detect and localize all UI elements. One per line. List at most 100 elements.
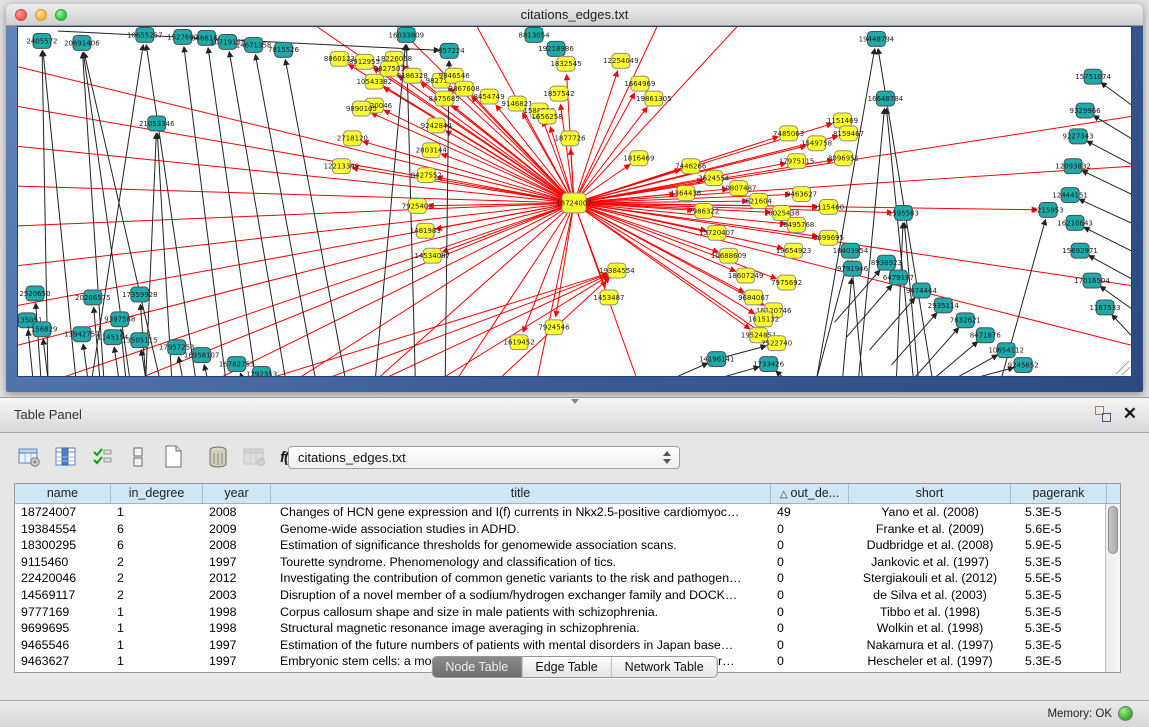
graph-node[interactable]: 19218986	[538, 41, 574, 56]
column-header-name[interactable]: name	[15, 484, 111, 503]
graph-node[interactable]: 10655257	[127, 27, 163, 42]
scrollbar-thumb[interactable]	[1108, 506, 1118, 554]
svg-text:10543382: 10543382	[357, 78, 393, 86]
table-settings-icon[interactable]	[16, 443, 44, 471]
graph-node[interactable]: 20691406	[64, 35, 100, 50]
delete-column-icon[interactable]	[204, 443, 232, 471]
graph-node[interactable]: 8471876	[970, 328, 1001, 343]
graph-node[interactable]: 2718120	[337, 131, 368, 146]
vertical-scrollbar[interactable]	[1105, 504, 1120, 672]
graph-node[interactable]: 7925402	[402, 199, 433, 214]
graph-node[interactable]: 15692971	[1062, 243, 1098, 258]
graph-node[interactable]: 10688609	[711, 248, 747, 263]
column-header-pagerank[interactable]: pagerank	[1011, 484, 1107, 503]
graph-node[interactable]: 2405572	[26, 33, 57, 48]
graph-node[interactable]: 13942757	[64, 327, 100, 342]
network-canvas[interactable]: 2405572206914061065525715276028466160107…	[17, 26, 1132, 377]
graph-node[interactable]: 16648784	[868, 91, 904, 106]
column-header-out_de[interactable]: △out_de...	[771, 484, 849, 503]
graph-node[interactable]: 1857542	[543, 86, 574, 101]
graph-node[interactable]: 7485063	[773, 126, 804, 141]
graph-node[interactable]: 1481983	[410, 223, 441, 238]
table-row[interactable]: 911546021997Tourette syndrome. Phenomeno…	[15, 554, 1120, 571]
table-row[interactable]: 1938455462009Genome-wide association stu…	[15, 521, 1120, 538]
graph-node[interactable]: 17016504	[1074, 273, 1110, 288]
graph-node[interactable]: 15720407	[699, 225, 735, 240]
graph-node[interactable]: 9115460	[813, 200, 844, 215]
resize-grip-icon[interactable]	[1116, 361, 1130, 375]
graph-node[interactable]: 1453487	[593, 290, 624, 305]
graph-node[interactable]: 7986322	[688, 203, 719, 218]
graph-node[interactable]: 1877726	[554, 131, 585, 146]
tab-network-table[interactable]: Network Table	[611, 657, 717, 677]
cell: 1	[111, 604, 203, 621]
tab-edge-table[interactable]: Edge Table	[521, 657, 610, 677]
table-toolbar: f(x)	[16, 441, 303, 473]
table-row[interactable]: 2242004622012Investigating the contribut…	[15, 570, 1120, 587]
column-header-title[interactable]: title	[271, 484, 771, 503]
table-row[interactable]: 1830029562008Estimation of significance …	[15, 537, 1120, 554]
graph-node[interactable]: 8938923	[871, 255, 902, 270]
graph-node[interactable]: 1733426	[753, 357, 784, 372]
graph-node[interactable]: 16033809	[389, 27, 425, 42]
table-row[interactable]: 1456911722003Disruption of a novel membe…	[15, 587, 1120, 604]
graph-node[interactable]: 9397588	[104, 312, 135, 327]
row-mode-icon[interactable]	[124, 443, 152, 471]
table-selector-dropdown[interactable]: citations_edges.txt	[288, 446, 680, 469]
table-row[interactable]: 969969511998Structural magnetic resonanc…	[15, 620, 1120, 637]
graph-node[interactable]: 12254049	[603, 53, 639, 68]
new-table-icon[interactable]	[160, 443, 188, 471]
graph-node[interactable]: 9791946	[837, 261, 868, 276]
graph-node[interactable]: 16210643	[1057, 215, 1093, 230]
close-window-button[interactable]	[15, 9, 27, 21]
graph-node[interactable]: 17359928	[122, 287, 158, 302]
cell: Jankovic et al. (1997)	[849, 554, 1011, 571]
cell: Hescheler et al. (1997)	[849, 653, 1011, 670]
graph-node[interactable]: 10654112	[988, 343, 1024, 358]
graph-node[interactable]: 9699695	[813, 230, 844, 245]
graph-node[interactable]: 7924546	[538, 320, 569, 335]
graph-node[interactable]: 8813054	[519, 27, 551, 42]
svg-text:9115460: 9115460	[813, 203, 844, 211]
column-header-in_degree[interactable]: in_degree	[111, 484, 203, 503]
float-panel-icon[interactable]	[1095, 406, 1111, 422]
graph-node[interactable]: 7632621	[950, 313, 981, 328]
cell: 2	[111, 554, 203, 571]
graph-node[interactable]: 19448794	[859, 31, 895, 46]
graph-node[interactable]: 1549758	[801, 136, 832, 151]
cell: 2008	[203, 537, 271, 554]
zoom-window-button[interactable]	[55, 9, 67, 21]
graph-node[interactable]: 15751074	[1075, 69, 1111, 84]
graph-node[interactable]: 7975692	[771, 275, 802, 290]
table-row[interactable]: 946554611997Estimation of the future num…	[15, 637, 1120, 654]
graph-node[interactable]: 1167533	[1089, 300, 1120, 315]
graph-node[interactable]: 1619452	[504, 335, 535, 350]
memory-status-indicator[interactable]	[1118, 706, 1133, 721]
graph-node[interactable]: 14534087	[414, 248, 450, 263]
window-titlebar[interactable]: citations_edges.txt	[6, 4, 1143, 26]
column-header-short[interactable]: short	[849, 484, 1011, 503]
svg-text:17957253: 17957253	[159, 344, 195, 352]
svg-text:14534087: 14534087	[414, 252, 450, 260]
graph-node[interactable]: 1832545	[550, 56, 581, 71]
table-row[interactable]: 1872400712008Changes of HCN gene express…	[15, 504, 1120, 521]
graph-node[interactable]: 9329966	[1070, 103, 1101, 118]
graph-node[interactable]: 7857224	[434, 43, 466, 58]
graph-node[interactable]: 7815526	[268, 42, 299, 57]
column-select-icon[interactable]	[88, 443, 116, 471]
graph-node[interactable]: 1816469	[623, 151, 654, 166]
close-panel-icon[interactable]: ✕	[1123, 406, 1137, 422]
svg-text:8813054: 8813054	[519, 31, 551, 39]
graph-node[interactable]: 12093832	[1055, 159, 1091, 174]
graph-node[interactable]: 9245652	[1008, 358, 1039, 373]
citation-graph[interactable]: 2405572206914061065525715276028466160107…	[18, 27, 1131, 376]
graph-node[interactable]: 8215953	[1033, 202, 1064, 217]
column-visibility-icon[interactable]	[52, 443, 80, 471]
graph-node[interactable]: 1664969	[624, 76, 655, 91]
column-header-year[interactable]: year	[203, 484, 271, 503]
tab-node-table[interactable]: Node Table	[432, 657, 521, 677]
panel-drag-handle-icon[interactable]	[571, 399, 579, 404]
table-row[interactable]: 977716911998Corpus callosum shape and si…	[15, 604, 1120, 621]
svg-text:9245652: 9245652	[1008, 361, 1039, 369]
minimize-window-button[interactable]	[35, 9, 47, 21]
